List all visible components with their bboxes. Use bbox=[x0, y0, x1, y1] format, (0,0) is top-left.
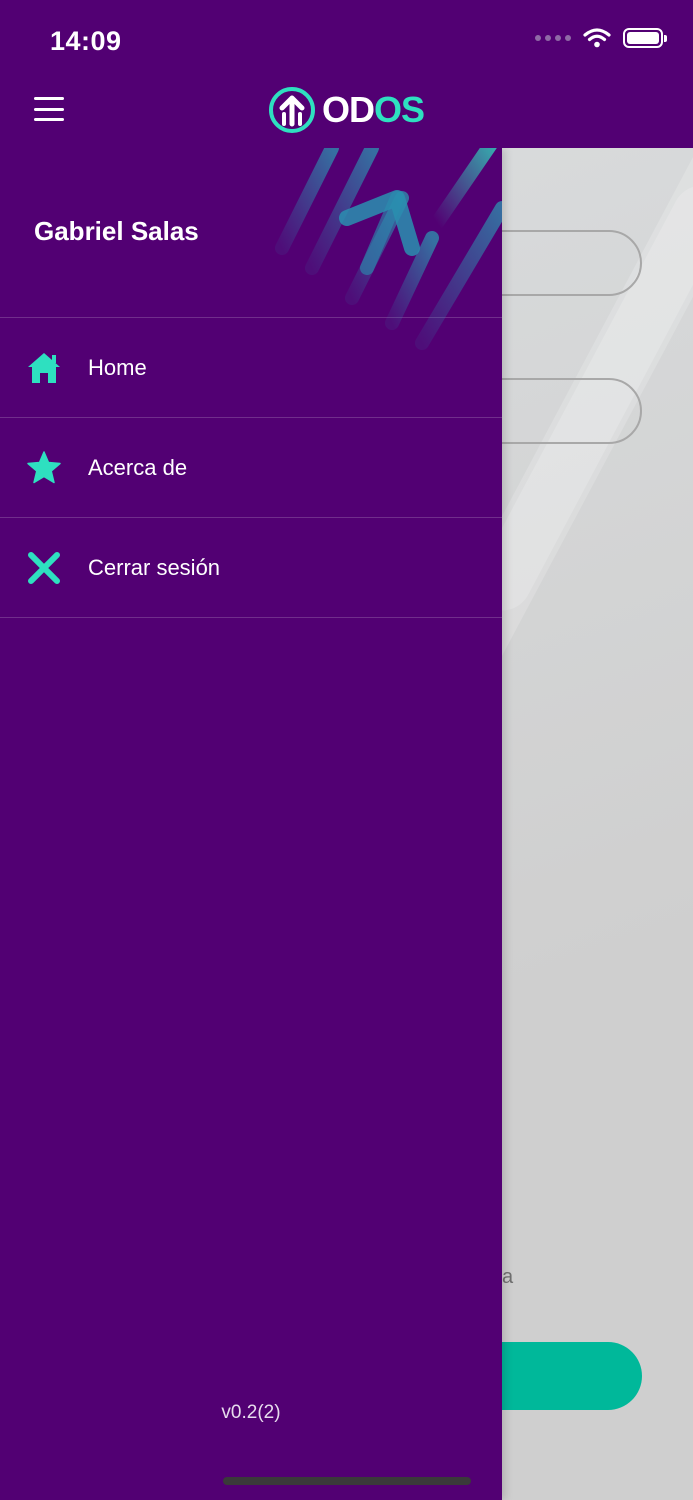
odos-logo: ODOS bbox=[268, 86, 425, 134]
app-version: v0.2(2) bbox=[221, 1402, 281, 1423]
drawer-item-home[interactable]: Home bbox=[0, 318, 502, 418]
drawer-item-label: Home bbox=[88, 354, 147, 380]
drawer-item-about[interactable]: Acerca de bbox=[0, 418, 502, 518]
battery-icon bbox=[623, 28, 667, 48]
drawer-item-label: Cerrar sesión bbox=[88, 554, 221, 580]
app-header: 14:09 ODOS bbox=[0, 0, 693, 148]
bg-input-field-1[interactable] bbox=[502, 230, 642, 296]
up-arrow-circle-icon bbox=[269, 87, 315, 133]
user-name: Gabriel Salas bbox=[34, 216, 199, 246]
home-icon bbox=[28, 353, 60, 383]
star-icon bbox=[27, 451, 61, 484]
main-page-background: a bbox=[502, 148, 693, 1500]
close-icon bbox=[28, 552, 60, 584]
status-icons bbox=[535, 28, 667, 48]
wifi-icon bbox=[583, 28, 611, 48]
home-indicator[interactable] bbox=[223, 1477, 471, 1485]
bg-partial-text: a bbox=[502, 1266, 514, 1288]
status-time: 14:09 bbox=[50, 26, 122, 56]
hamburger-menu-icon[interactable] bbox=[34, 97, 64, 121]
logo-text: ODOS bbox=[322, 89, 425, 131]
side-drawer: Gabriel Salas Home Acerca de Cerrar sesi… bbox=[0, 148, 502, 1500]
logo-text-suffix: OS bbox=[374, 89, 425, 130]
drawer-item-logout[interactable]: Cerrar sesión bbox=[0, 518, 502, 618]
cellular-signal-icon bbox=[535, 35, 571, 41]
drawer-item-label: Acerca de bbox=[88, 454, 188, 480]
bg-input-field-2[interactable] bbox=[502, 378, 642, 444]
drawer-header: Gabriel Salas bbox=[0, 148, 502, 350]
bg-primary-button[interactable] bbox=[502, 1342, 642, 1410]
logo-text-prefix: OD bbox=[322, 89, 375, 130]
